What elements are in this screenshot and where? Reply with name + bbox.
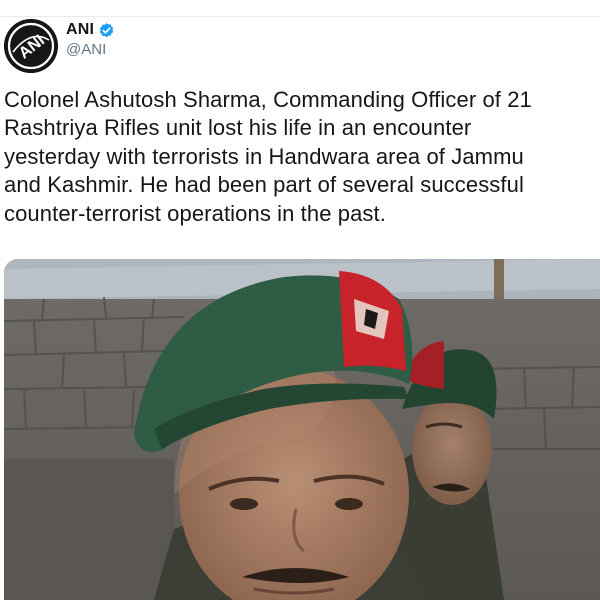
name-row: ANI <box>66 20 115 40</box>
photo-icon <box>4 259 600 600</box>
verified-badge-icon <box>98 22 115 39</box>
avatar[interactable]: ANI <box>4 19 58 73</box>
ani-logo-icon: ANI <box>4 19 58 73</box>
divider <box>0 16 600 17</box>
author-block: ANI @ANI <box>66 20 115 58</box>
handle[interactable]: @ANI <box>66 41 115 58</box>
tweet-text: Colonel Ashutosh Sharma, Commanding Offi… <box>4 87 532 226</box>
tweet-media[interactable] <box>4 259 600 600</box>
soldier-background <box>394 341 504 600</box>
display-name[interactable]: ANI <box>66 21 94 39</box>
tweet-card: ANI ANI @ANI Colonel Ashutosh Sharma, Co… <box>0 0 600 600</box>
